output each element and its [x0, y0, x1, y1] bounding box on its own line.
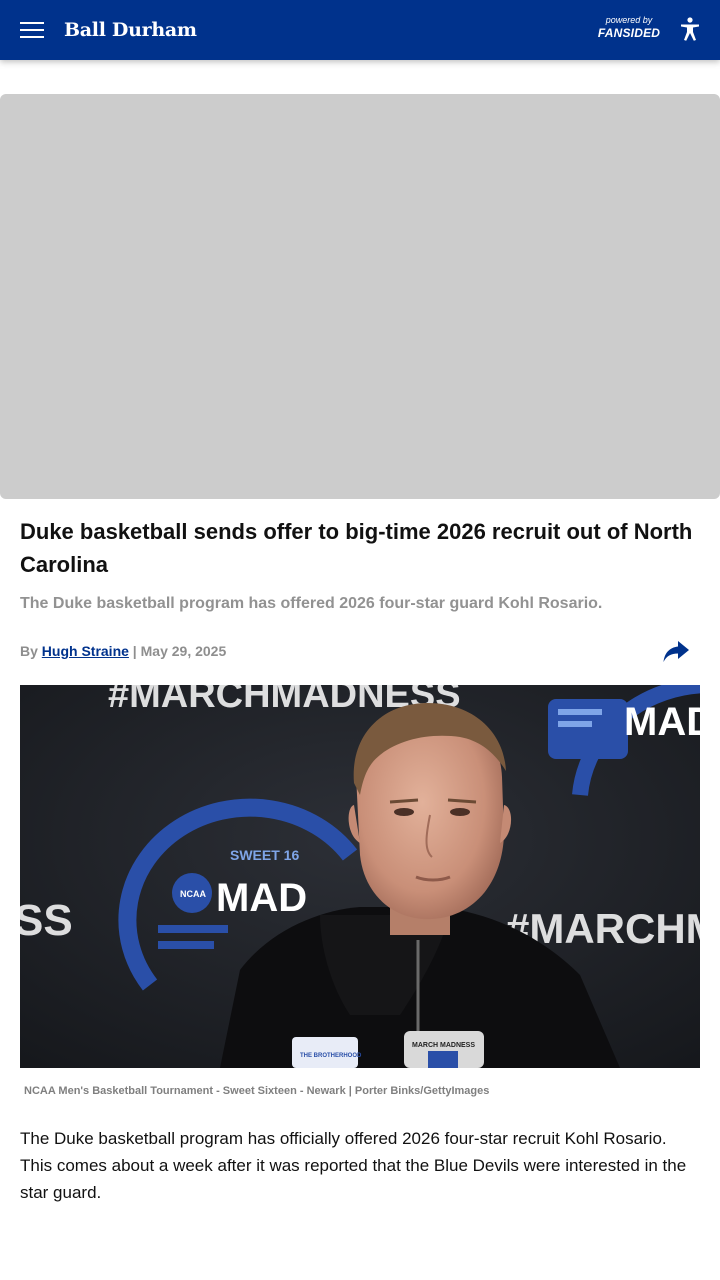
- svg-text:MAD: MAD: [624, 700, 700, 744]
- article-byline: By Hugh Straine | May 29, 2025: [20, 641, 226, 661]
- article-subheadline: The Duke basketball program has offered …: [20, 595, 603, 612]
- share-arrow-icon[interactable]: [662, 638, 690, 664]
- image-caption: NCAA Men's Basketball Tournament - Sweet…: [24, 1085, 490, 1097]
- fansided-wordmark: FANSIDED: [597, 26, 661, 40]
- author-link[interactable]: Hugh Straine: [42, 643, 129, 659]
- accessibility-icon[interactable]: [677, 16, 703, 42]
- powered-by-label: powered by: [605, 15, 653, 25]
- microphone: MARCH MADNESS: [404, 1031, 484, 1068]
- site-logo[interactable]: Ball Durham: [64, 17, 197, 43]
- ad-placeholder: [0, 94, 720, 499]
- top-navigation-bar: Ball Durham powered by FANSIDED: [0, 0, 720, 60]
- article-headline: Duke basketball sends offer to big-time …: [20, 519, 693, 577]
- article-body-paragraph: The Duke basketball program has official…: [20, 1129, 687, 1202]
- svg-text:NCAA: NCAA: [180, 889, 206, 899]
- hamburger-menu-icon[interactable]: [20, 20, 44, 40]
- hoodie-logo-text: THE BROTHERHOOD: [300, 1053, 362, 1059]
- byline-separator: |: [128, 643, 141, 659]
- article-hero-image: #MARCHMADNESS #MARCHM SS NCAA MAD SWEET …: [20, 685, 700, 1068]
- svg-text:SWEET 16: SWEET 16: [230, 847, 299, 863]
- svg-text:MAD: MAD: [216, 876, 307, 920]
- press-conference-photo: #MARCHMADNESS #MARCHM SS NCAA MAD SWEET …: [20, 685, 700, 1068]
- svg-text:SS: SS: [20, 896, 73, 945]
- svg-text:MARCH MADNESS: MARCH MADNESS: [412, 1042, 475, 1049]
- byline-prefix: By: [20, 643, 42, 659]
- publish-date: May 29, 2025: [140, 643, 227, 659]
- powered-by-fansided-logo[interactable]: powered by FANSIDED: [596, 15, 662, 40]
